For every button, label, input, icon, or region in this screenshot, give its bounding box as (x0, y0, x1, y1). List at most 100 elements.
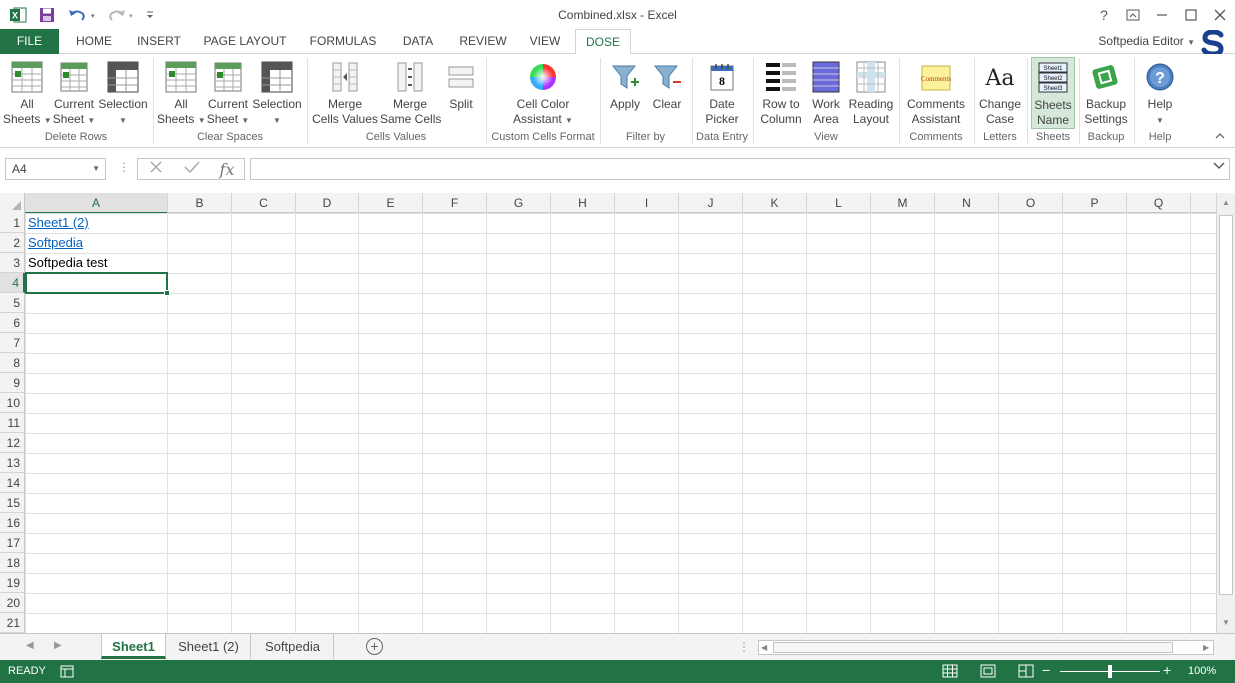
row-header-15[interactable]: 15 (0, 493, 25, 513)
row-header-21[interactable]: 21 (0, 613, 25, 633)
confirm-entry-icon[interactable] (183, 159, 201, 179)
insert-function-button[interactable]: fx (220, 160, 235, 179)
chevron-down-icon[interactable]: ▼ (92, 159, 100, 179)
page-break-view-icon[interactable] (1018, 663, 1036, 679)
row-header-16[interactable]: 16 (0, 513, 25, 533)
name-box[interactable]: A4 ▼ (5, 158, 106, 180)
cell-a3[interactable]: Softpedia test (28, 253, 108, 273)
reading-layout-button[interactable]: Reading Layout (847, 57, 895, 129)
tab-insert[interactable]: INSERT (131, 29, 187, 54)
row-header-1[interactable]: 1 (0, 213, 25, 233)
zoom-out-button[interactable]: − (1042, 662, 1050, 678)
sheet-tab-softpedia[interactable]: Softpedia (252, 634, 334, 659)
row-header-18[interactable]: 18 (0, 553, 25, 573)
ribbon-display-options-button[interactable] (1118, 3, 1148, 27)
column-header-i[interactable]: I (615, 193, 679, 213)
column-header-f[interactable]: F (423, 193, 487, 213)
clear-spaces-all-sheets-button[interactable]: All Sheets ▼ (157, 57, 206, 129)
help-button[interactable]: ? (1089, 3, 1119, 27)
sheet-tab-sheet1[interactable]: Sheet1 (101, 634, 166, 659)
column-header-a[interactable]: A (25, 193, 168, 214)
column-header-b[interactable]: B (168, 193, 232, 213)
help-dose-button[interactable]: ? Help ▼ (1138, 57, 1182, 129)
row-to-column-button[interactable]: Row to Column (757, 57, 805, 129)
row-header-14[interactable]: 14 (0, 473, 25, 493)
row-header-9[interactable]: 9 (0, 373, 25, 393)
add-sheet-button[interactable]: + (366, 638, 383, 655)
filter-apply-button[interactable]: Apply (604, 57, 646, 129)
active-cell-selection[interactable] (25, 272, 170, 296)
row-header-6[interactable]: 6 (0, 313, 25, 333)
column-header-g[interactable]: G (487, 193, 551, 213)
column-header-q[interactable]: Q (1127, 193, 1191, 213)
row-header-11[interactable]: 11 (0, 413, 25, 433)
column-header-k[interactable]: K (743, 193, 807, 213)
column-header-m[interactable]: M (871, 193, 935, 213)
column-header-j[interactable]: J (679, 193, 743, 213)
merge-same-cells-button[interactable]: Merge Same Cells (380, 57, 441, 129)
scroll-right-icon[interactable]: ▶ (1203, 643, 1209, 652)
formula-bar-resize-icon[interactable]: ⋮ (118, 160, 130, 174)
column-header-p[interactable]: P (1063, 193, 1127, 213)
clear-spaces-selection-button[interactable]: Selection ▼ (251, 57, 303, 129)
delete-rows-selection-button[interactable]: Selection ▼ (97, 57, 149, 129)
zoom-in-button[interactable]: + (1163, 662, 1171, 678)
row-header-3[interactable]: 3 (0, 253, 25, 273)
tab-page-layout[interactable]: PAGE LAYOUT (198, 29, 292, 54)
tab-review[interactable]: REVIEW (453, 29, 513, 54)
comments-assistant-button[interactable]: Comments Comments Assistant (903, 57, 969, 129)
row-header-2[interactable]: 2 (0, 233, 25, 253)
filter-clear-button[interactable]: Clear (647, 57, 687, 129)
cell-color-assistant-button[interactable]: Cell Color Assistant ▼ (490, 57, 596, 129)
horizontal-scroll-thumb[interactable] (773, 642, 1173, 653)
column-header-h[interactable]: H (551, 193, 615, 213)
scroll-down-icon[interactable]: ▼ (1222, 618, 1230, 627)
zoom-slider-thumb[interactable] (1108, 665, 1112, 678)
delete-rows-all-sheets-button[interactable]: All Sheets ▼ (3, 57, 52, 129)
column-header-c[interactable]: C (232, 193, 296, 213)
row-header-20[interactable]: 20 (0, 593, 25, 613)
tab-formulas[interactable]: FORMULAS (303, 29, 383, 54)
row-header-4[interactable]: 4 (0, 273, 25, 293)
sheets-name-button[interactable]: Sheet1 Sheet2 Sheet3 Sheets Name (1031, 57, 1075, 129)
tab-view[interactable]: VIEW (522, 29, 568, 54)
column-header-e[interactable]: E (359, 193, 423, 213)
vertical-scroll-thumb[interactable] (1219, 215, 1233, 595)
close-button[interactable] (1205, 3, 1235, 27)
macro-recording-icon[interactable] (60, 665, 74, 681)
tab-data[interactable]: DATA (393, 29, 443, 54)
scroll-left-icon[interactable]: ◀ (761, 643, 767, 652)
next-sheet-icon[interactable]: ▶ (54, 640, 62, 651)
column-header-l[interactable]: L (807, 193, 871, 213)
row-header-5[interactable]: 5 (0, 293, 25, 313)
row-header-19[interactable]: 19 (0, 573, 25, 593)
prev-sheet-icon[interactable]: ◀ (26, 640, 34, 651)
clear-spaces-current-sheet-button[interactable]: Current Sheet ▼ (206, 57, 250, 129)
row-header-8[interactable]: 8 (0, 353, 25, 373)
minimize-button[interactable] (1147, 3, 1177, 27)
row-header-12[interactable]: 12 (0, 433, 25, 453)
tab-file[interactable]: FILE (0, 29, 59, 54)
cell-a1-link[interactable]: Sheet1 (2) (28, 213, 89, 233)
backup-settings-button[interactable]: Backup Settings (1083, 57, 1129, 129)
scroll-up-icon[interactable]: ▲ (1222, 198, 1230, 207)
maximize-button[interactable] (1176, 3, 1206, 27)
date-picker-button[interactable]: 8 Date Picker (696, 57, 748, 129)
column-header-d[interactable]: D (296, 193, 359, 213)
merge-cells-values-button[interactable]: Merge Cells Values (311, 57, 379, 129)
change-case-button[interactable]: Aa Change Case (978, 57, 1022, 129)
formula-input[interactable] (250, 158, 1230, 180)
cancel-entry-icon[interactable] (148, 159, 164, 179)
user-account[interactable]: Softpedia Editor ▼ (1098, 34, 1195, 48)
row-header-10[interactable]: 10 (0, 393, 25, 413)
tab-home[interactable]: HOME (68, 29, 120, 54)
page-layout-view-icon[interactable] (980, 663, 998, 679)
normal-view-icon[interactable] (942, 663, 960, 679)
zoom-level[interactable]: 100% (1188, 665, 1216, 677)
row-header-17[interactable]: 17 (0, 533, 25, 553)
cell-a2-link[interactable]: Softpedia (28, 233, 83, 253)
fill-handle[interactable] (164, 290, 170, 296)
split-button[interactable]: Split (441, 57, 481, 129)
sheet-tab-sheet1-2[interactable]: Sheet1 (2) (167, 634, 251, 659)
expand-formula-bar-icon[interactable] (1213, 162, 1225, 173)
